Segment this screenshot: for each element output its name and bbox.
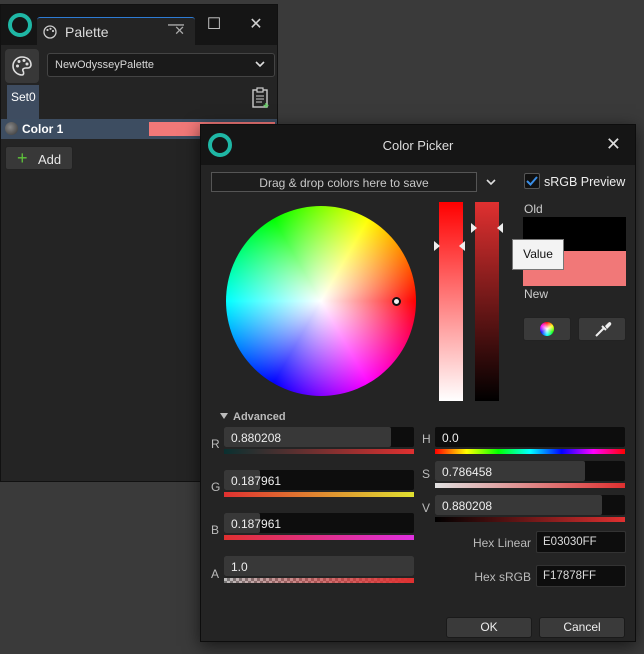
b-gradient-bar bbox=[224, 535, 414, 540]
close-button[interactable]: ✕ bbox=[241, 13, 271, 37]
palette-titlebar: Palette ✕ — ☐ ✕ bbox=[1, 5, 277, 45]
tab-palette-label: Palette bbox=[65, 24, 109, 40]
saturation-handle-right-icon[interactable] bbox=[459, 241, 465, 251]
eyedropper-button[interactable] bbox=[578, 317, 626, 341]
ok-button[interactable]: OK bbox=[446, 617, 532, 638]
b-label: B bbox=[211, 523, 220, 537]
srgb-preview-checkbox[interactable] bbox=[524, 173, 540, 189]
h-input[interactable]: 0.0 bbox=[435, 427, 625, 447]
eyedropper-icon bbox=[595, 322, 612, 337]
color-wheel-mode-button[interactable] bbox=[523, 317, 571, 341]
b-value: 0.187961 bbox=[231, 517, 282, 531]
color-wheel-icon bbox=[540, 322, 554, 336]
s-value: 0.786458 bbox=[442, 465, 493, 479]
s-input[interactable]: 0.786458 bbox=[435, 461, 625, 481]
cancel-button[interactable]: Cancel bbox=[539, 617, 625, 638]
new-color-label: New bbox=[524, 287, 549, 301]
plus-icon: + bbox=[17, 148, 28, 168]
palette-select-value: NewOdysseyPalette bbox=[55, 59, 155, 71]
chevron-down-icon bbox=[255, 61, 265, 68]
saturation-handle-left-icon[interactable] bbox=[434, 241, 440, 251]
a-gradient-bar bbox=[224, 578, 414, 583]
s-label: S bbox=[422, 467, 431, 481]
h-gradient-bar bbox=[435, 449, 625, 454]
g-value: 0.187961 bbox=[231, 474, 282, 488]
color-picker-dialog: Color Picker ✕ Drag & drop colors here t… bbox=[200, 124, 636, 642]
r-input[interactable]: 0.880208 bbox=[224, 427, 414, 447]
hex-srgb-input[interactable]: F17878FF bbox=[536, 565, 626, 587]
a-value: 1.0 bbox=[231, 560, 248, 574]
a-label: A bbox=[211, 567, 220, 581]
palette-icon bbox=[43, 25, 57, 39]
g-gradient-bar bbox=[224, 492, 414, 497]
r-gradient-bar bbox=[224, 449, 414, 454]
a-input-fill bbox=[224, 556, 414, 576]
color-dropzone[interactable]: Drag & drop colors here to save bbox=[211, 172, 477, 192]
add-color-button[interactable]: + Add bbox=[5, 146, 73, 170]
b-input[interactable]: 0.187961 bbox=[224, 513, 414, 533]
palette-select[interactable]: NewOdysseyPalette bbox=[47, 53, 275, 77]
color-picker-titlebar: Color Picker ✕ bbox=[201, 125, 635, 165]
value-tooltip: Value bbox=[512, 239, 564, 270]
g-input[interactable]: 0.187961 bbox=[224, 470, 414, 490]
r-value: 0.880208 bbox=[231, 431, 282, 445]
tab-set0[interactable]: Set0 bbox=[7, 85, 39, 119]
maximize-button[interactable]: ☐ bbox=[199, 13, 229, 37]
dropzone-label: Drag & drop colors here to save bbox=[259, 176, 429, 190]
color-wheel[interactable] bbox=[226, 206, 416, 396]
color-wheel-marker[interactable] bbox=[392, 297, 401, 306]
advanced-toggle[interactable]: Advanced bbox=[233, 411, 286, 423]
h-value: 0.0 bbox=[442, 431, 459, 445]
v-value: 0.880208 bbox=[442, 499, 493, 513]
palette-toolbar-button[interactable] bbox=[5, 49, 39, 83]
hex-srgb-value: F17878FF bbox=[543, 570, 597, 582]
srgb-preview-label: sRGB Preview bbox=[544, 175, 626, 189]
v-gradient-bar bbox=[435, 517, 625, 522]
color-item-label: Color 1 bbox=[22, 122, 64, 136]
hex-linear-label: Hex Linear bbox=[472, 536, 531, 550]
tab-set0-label: Set0 bbox=[11, 90, 36, 104]
saturation-slider[interactable] bbox=[439, 202, 463, 401]
color-item-icon bbox=[5, 122, 18, 135]
clipboard-icon[interactable] bbox=[251, 87, 271, 109]
close-icon[interactable]: ✕ bbox=[606, 134, 621, 155]
minimize-button[interactable]: — bbox=[161, 13, 191, 37]
value-handle-right-icon[interactable] bbox=[497, 223, 503, 233]
advanced-collapse-icon[interactable] bbox=[220, 413, 228, 419]
color-picker-title: Color Picker bbox=[382, 138, 454, 153]
value-handle-left-icon[interactable] bbox=[471, 223, 477, 233]
r-label: R bbox=[211, 437, 220, 451]
chevron-down-icon[interactable] bbox=[485, 176, 497, 188]
app-logo-icon bbox=[8, 13, 32, 37]
checkmark-icon bbox=[526, 176, 538, 186]
hex-linear-input[interactable]: E03030FF bbox=[536, 531, 626, 553]
s-gradient-bar bbox=[435, 483, 625, 488]
a-input[interactable]: 1.0 bbox=[224, 556, 414, 576]
hex-linear-value: E03030FF bbox=[543, 536, 597, 548]
hex-srgb-label: Hex sRGB bbox=[474, 570, 531, 584]
add-label: Add bbox=[38, 152, 62, 167]
palette-large-icon bbox=[12, 56, 32, 76]
g-label: G bbox=[211, 480, 221, 494]
h-label: H bbox=[422, 432, 431, 446]
value-slider[interactable] bbox=[475, 202, 499, 401]
v-label: V bbox=[422, 501, 431, 515]
v-input[interactable]: 0.880208 bbox=[435, 495, 625, 515]
old-color-label: Old bbox=[524, 202, 543, 216]
